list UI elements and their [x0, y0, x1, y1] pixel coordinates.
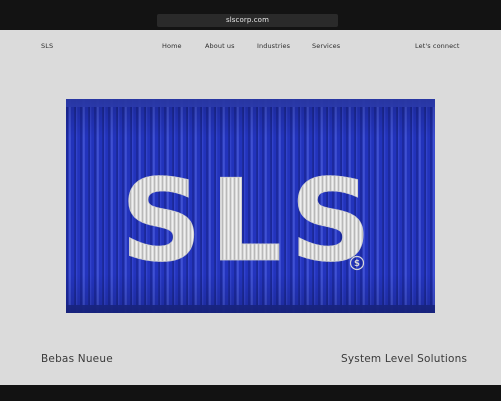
website-page: SLS Home About us Industries Services Le…	[0, 30, 501, 385]
bottom-black-strip	[0, 385, 501, 401]
registered-symbol-text: $	[354, 259, 360, 269]
sls-logo-text: SLS	[121, 155, 380, 287]
company-full-name: System Level Solutions	[341, 353, 468, 365]
container-illustration: SLS $	[66, 99, 435, 313]
nav-home-link[interactable]: Home	[162, 42, 182, 50]
nav-services-link[interactable]: Services	[312, 42, 340, 50]
browser-address-bar: slscorp.com	[0, 0, 501, 30]
nav-about-link[interactable]: About us	[205, 42, 235, 50]
url-field[interactable]: slscorp.com	[157, 14, 338, 27]
hero-shipping-container: SLS $	[66, 99, 435, 313]
sls-logo-mark: SLS $	[120, 155, 380, 288]
screenshot-frame: slscorp.com SLS Home About us Industries…	[0, 0, 501, 401]
site-brand-link[interactable]: SLS	[41, 42, 53, 50]
nav-industries-link[interactable]: Industries	[257, 42, 290, 50]
lets-connect-link[interactable]: Let's connect	[415, 42, 460, 50]
font-name-label: Bebas Nueue	[41, 353, 113, 365]
